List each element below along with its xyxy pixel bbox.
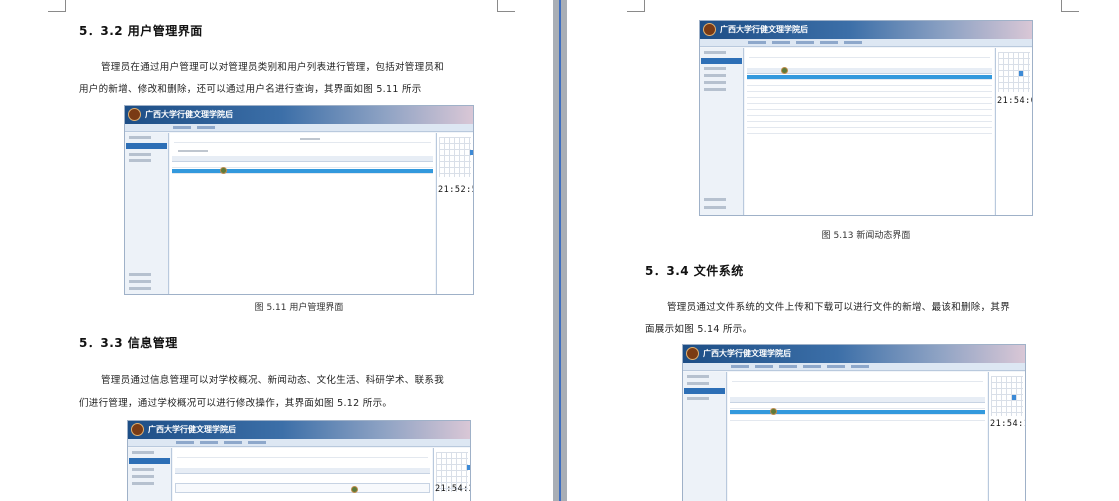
screenshot-toolbar (700, 39, 1032, 47)
section-heading-5-3-3: 5．3.3 信息管理 (79, 336, 178, 350)
crop-mark-top-right (497, 0, 515, 12)
screenshot-clock: 21:54:18 (990, 419, 1025, 429)
screenshot-main-area (173, 448, 432, 501)
paragraph-line: 管理员通过信息管理可以对学校概况、新闻动态、文化生活、科研学术、联系我 (101, 375, 445, 386)
figure-caption-5-13: 图 5.13 新闻动态界面 (821, 231, 911, 241)
figure-file-system-screenshot: 广西大学行健文理学院后 21:54:18 (682, 344, 1026, 501)
screenshot-toolbar (125, 124, 473, 132)
crop-mark-top-right (1061, 0, 1079, 12)
screenshot-title: 广西大学行健文理学院后 (145, 109, 233, 119)
screenshot-sidebar (128, 448, 172, 501)
screenshot-title-bar: 广西大学行健文理学院后 (128, 421, 470, 439)
screenshot-calendar-panel: 21:54:23 (433, 448, 470, 501)
left-page: 5．3.2 用户管理界面 管理员在通过用户管理可以对管理员类别和用户列表进行管理… (0, 0, 553, 501)
screenshot-title-bar: 广西大学行健文理学院后 (125, 106, 473, 124)
paragraph-line: 面展示如图 5.14 所示。 (645, 324, 753, 335)
screenshot-sidebar (125, 133, 169, 294)
screenshot-clock: 21:54:23 (435, 484, 470, 494)
screenshot-sidebar (700, 48, 744, 215)
crop-mark-top-left (627, 0, 645, 12)
paragraph-line: 管理员在通过用户管理可以对管理员类别和用户列表进行管理，包括对管理员和 (101, 62, 445, 73)
screenshot-main-area (745, 48, 994, 215)
figure-info-management-screenshot: 广西大学行健文理学院后 21:54:23 (127, 420, 471, 501)
school-logo-icon (686, 347, 699, 360)
page-gutter (553, 0, 567, 501)
screenshot-calendar-panel: 21:54:18 (988, 372, 1025, 501)
calendar-grid (991, 376, 1023, 416)
calendar-grid (439, 137, 473, 177)
school-logo-icon (703, 23, 716, 36)
screenshot-title: 广西大学行健文理学院后 (148, 424, 236, 434)
screenshot-title: 广西大学行健文理学院后 (703, 348, 791, 358)
paragraph-line: 管理员通过文件系统的文件上传和下载可以进行文件的新增、最该和删除，其界 (667, 302, 1011, 313)
school-logo-icon (128, 108, 141, 121)
screenshot-title: 广西大学行健文理学院后 (720, 24, 808, 34)
figure-news-screenshot: 广西大学行健文理学院后 21:54: (699, 20, 1033, 216)
screenshot-main-area (170, 133, 435, 294)
screenshot-calendar-panel: 21:52:55 (436, 133, 473, 294)
rich-text-editor (175, 483, 430, 493)
school-logo-icon (131, 423, 144, 436)
calendar-grid (998, 52, 1030, 92)
screenshot-clock: 21:52:55 (438, 185, 473, 195)
section-heading-5-3-4: 5．3.4 文件系统 (645, 264, 744, 278)
screenshot-toolbar (128, 439, 470, 447)
screenshot-clock: 21:54:04 (997, 96, 1032, 106)
paragraph-line: 们进行管理，通过学校概况可以进行修改操作，其界面如图 5.12 所示。 (79, 398, 393, 409)
paragraph-line: 用户的新增、修改和删除，还可以通过用户名进行查询，其界面如图 5.11 所示 (79, 84, 422, 95)
screenshot-title-bar: 广西大学行健文理学院后 (700, 21, 1032, 39)
figure-caption-5-11: 图 5.11 用户管理界面 (254, 303, 344, 313)
screenshot-sidebar (683, 372, 727, 501)
screenshot-calendar-panel: 21:54:04 (995, 48, 1032, 215)
right-page: 广西大学行健文理学院后 21:54: 图 5.13 新闻动态界面 5．3.4 文… (567, 0, 1119, 501)
figure-user-management-screenshot: 广西大学行健文理学院后 21:52:55 (124, 105, 474, 295)
screenshot-toolbar (683, 363, 1025, 371)
section-heading-5-3-2: 5．3.2 用户管理界面 (79, 24, 203, 38)
screenshot-main-area (728, 372, 987, 501)
crop-mark-top-left (48, 0, 66, 12)
screenshot-title-bar: 广西大学行健文理学院后 (683, 345, 1025, 363)
